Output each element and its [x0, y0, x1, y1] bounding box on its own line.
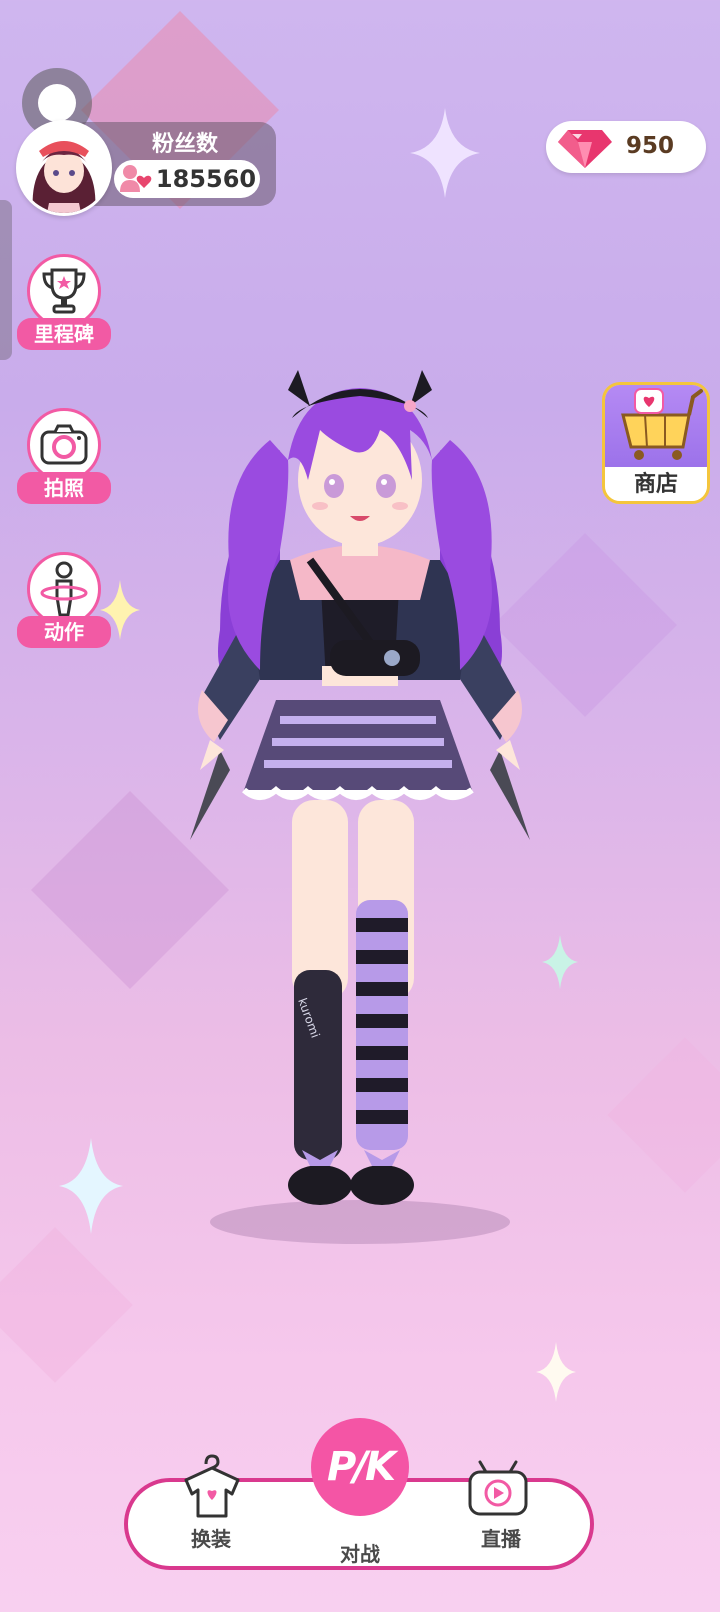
- settings-dot-icon: [38, 84, 76, 122]
- nav-dress-up-label: 换装: [191, 1527, 231, 1551]
- nav-dress-up[interactable]: 换装: [156, 1454, 266, 1566]
- gem-count: 950: [626, 133, 675, 159]
- fans-label: 粉丝数: [151, 132, 218, 157]
- pose-circle: [27, 552, 101, 626]
- character-illustration: kuromi: [190, 370, 530, 1244]
- milestone-circle: [27, 254, 101, 328]
- shopping-cart-icon: [621, 388, 703, 460]
- photo-label: 拍照: [17, 472, 111, 504]
- nav-live[interactable]: 直播: [446, 1460, 556, 1566]
- character-avatar[interactable]: kuromi: [180, 370, 540, 1250]
- avatar[interactable]: [16, 120, 112, 216]
- pk-battle-button[interactable]: P/K: [311, 1418, 409, 1516]
- nav-live-label: 直播: [481, 1527, 521, 1551]
- fans-heart-icon: [119, 165, 152, 192]
- camera-icon: [40, 424, 88, 465]
- fans-count-pill: 185560: [114, 160, 260, 198]
- sparkle-icon: [59, 1138, 123, 1234]
- tv-play-icon: [468, 1460, 528, 1516]
- sparkle-icon: [410, 108, 480, 198]
- pose-label: 动作: [17, 616, 111, 648]
- sparkle-icon: [536, 1342, 576, 1402]
- photo-circle: [27, 408, 101, 482]
- bg-diamond: [0, 1227, 133, 1383]
- nav-battle-label: 对战: [340, 1542, 380, 1566]
- bg-diamond: [607, 1037, 720, 1193]
- pk-icon: P/K: [327, 1444, 396, 1490]
- photo-button[interactable]: 拍照: [17, 408, 111, 504]
- side-drawer-handle[interactable]: [0, 200, 12, 360]
- fans-count: 185560: [155, 165, 257, 193]
- milestone-button[interactable]: 里程碑: [17, 254, 111, 350]
- shop-icon-area: [605, 385, 707, 467]
- shop-button[interactable]: 商店: [602, 382, 710, 504]
- trophy-icon: [42, 268, 86, 314]
- milestone-label: 里程碑: [17, 318, 111, 350]
- gem-balance[interactable]: 950: [546, 121, 706, 173]
- hanger-shirt-icon: [184, 1454, 240, 1518]
- sparkle-icon: [542, 935, 578, 989]
- shop-label: 商店: [605, 467, 707, 501]
- pose-figure-icon: [40, 561, 88, 617]
- pose-button[interactable]: 动作: [17, 552, 111, 648]
- gem-icon: [558, 130, 612, 168]
- avatar-portrait-icon: [19, 123, 109, 213]
